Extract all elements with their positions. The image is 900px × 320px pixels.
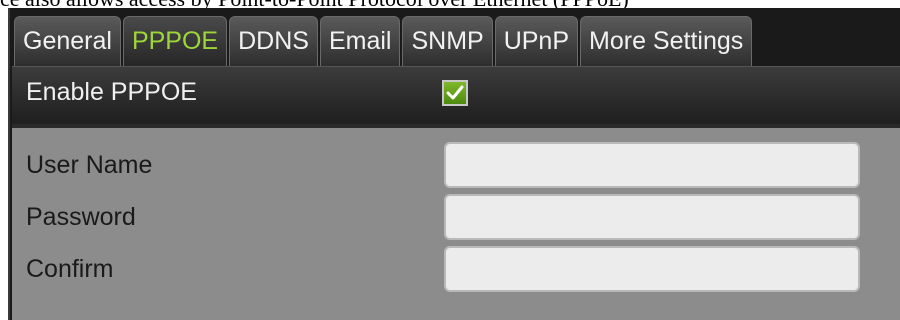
enable-pppoe-checkbox[interactable] [442, 80, 468, 106]
user-name-row: User Name [12, 142, 900, 192]
tab-pppoe[interactable]: PPPOE [122, 16, 228, 66]
password-input[interactable] [444, 194, 860, 240]
confirm-password-input[interactable] [444, 246, 860, 292]
pppoe-form: User Name Password Confirm [12, 124, 900, 320]
password-label: Password [26, 203, 136, 231]
user-name-input[interactable] [444, 142, 860, 188]
settings-tab-strip: General PPPOE DDNS Email SNMP UPnP More … [14, 16, 753, 66]
tab-email[interactable]: Email [319, 16, 401, 66]
tab-upnp[interactable]: UPnP [494, 16, 579, 66]
tab-more-settings[interactable]: More Settings [580, 16, 753, 66]
confirm-label: Confirm [26, 255, 114, 283]
confirm-row: Confirm [12, 246, 900, 296]
user-name-label: User Name [26, 151, 153, 179]
password-row: Password [12, 194, 900, 244]
tab-snmp[interactable]: SNMP [402, 16, 493, 66]
tab-general[interactable]: General [14, 16, 121, 66]
enable-pppoe-label: Enable PPPOE [26, 78, 197, 106]
network-settings-panel: General PPPOE DDNS Email SNMP UPnP More … [8, 8, 900, 320]
enable-pppoe-row: Enable PPPOE [12, 66, 900, 124]
tab-ddns[interactable]: DDNS [229, 16, 318, 66]
check-icon [446, 85, 464, 100]
